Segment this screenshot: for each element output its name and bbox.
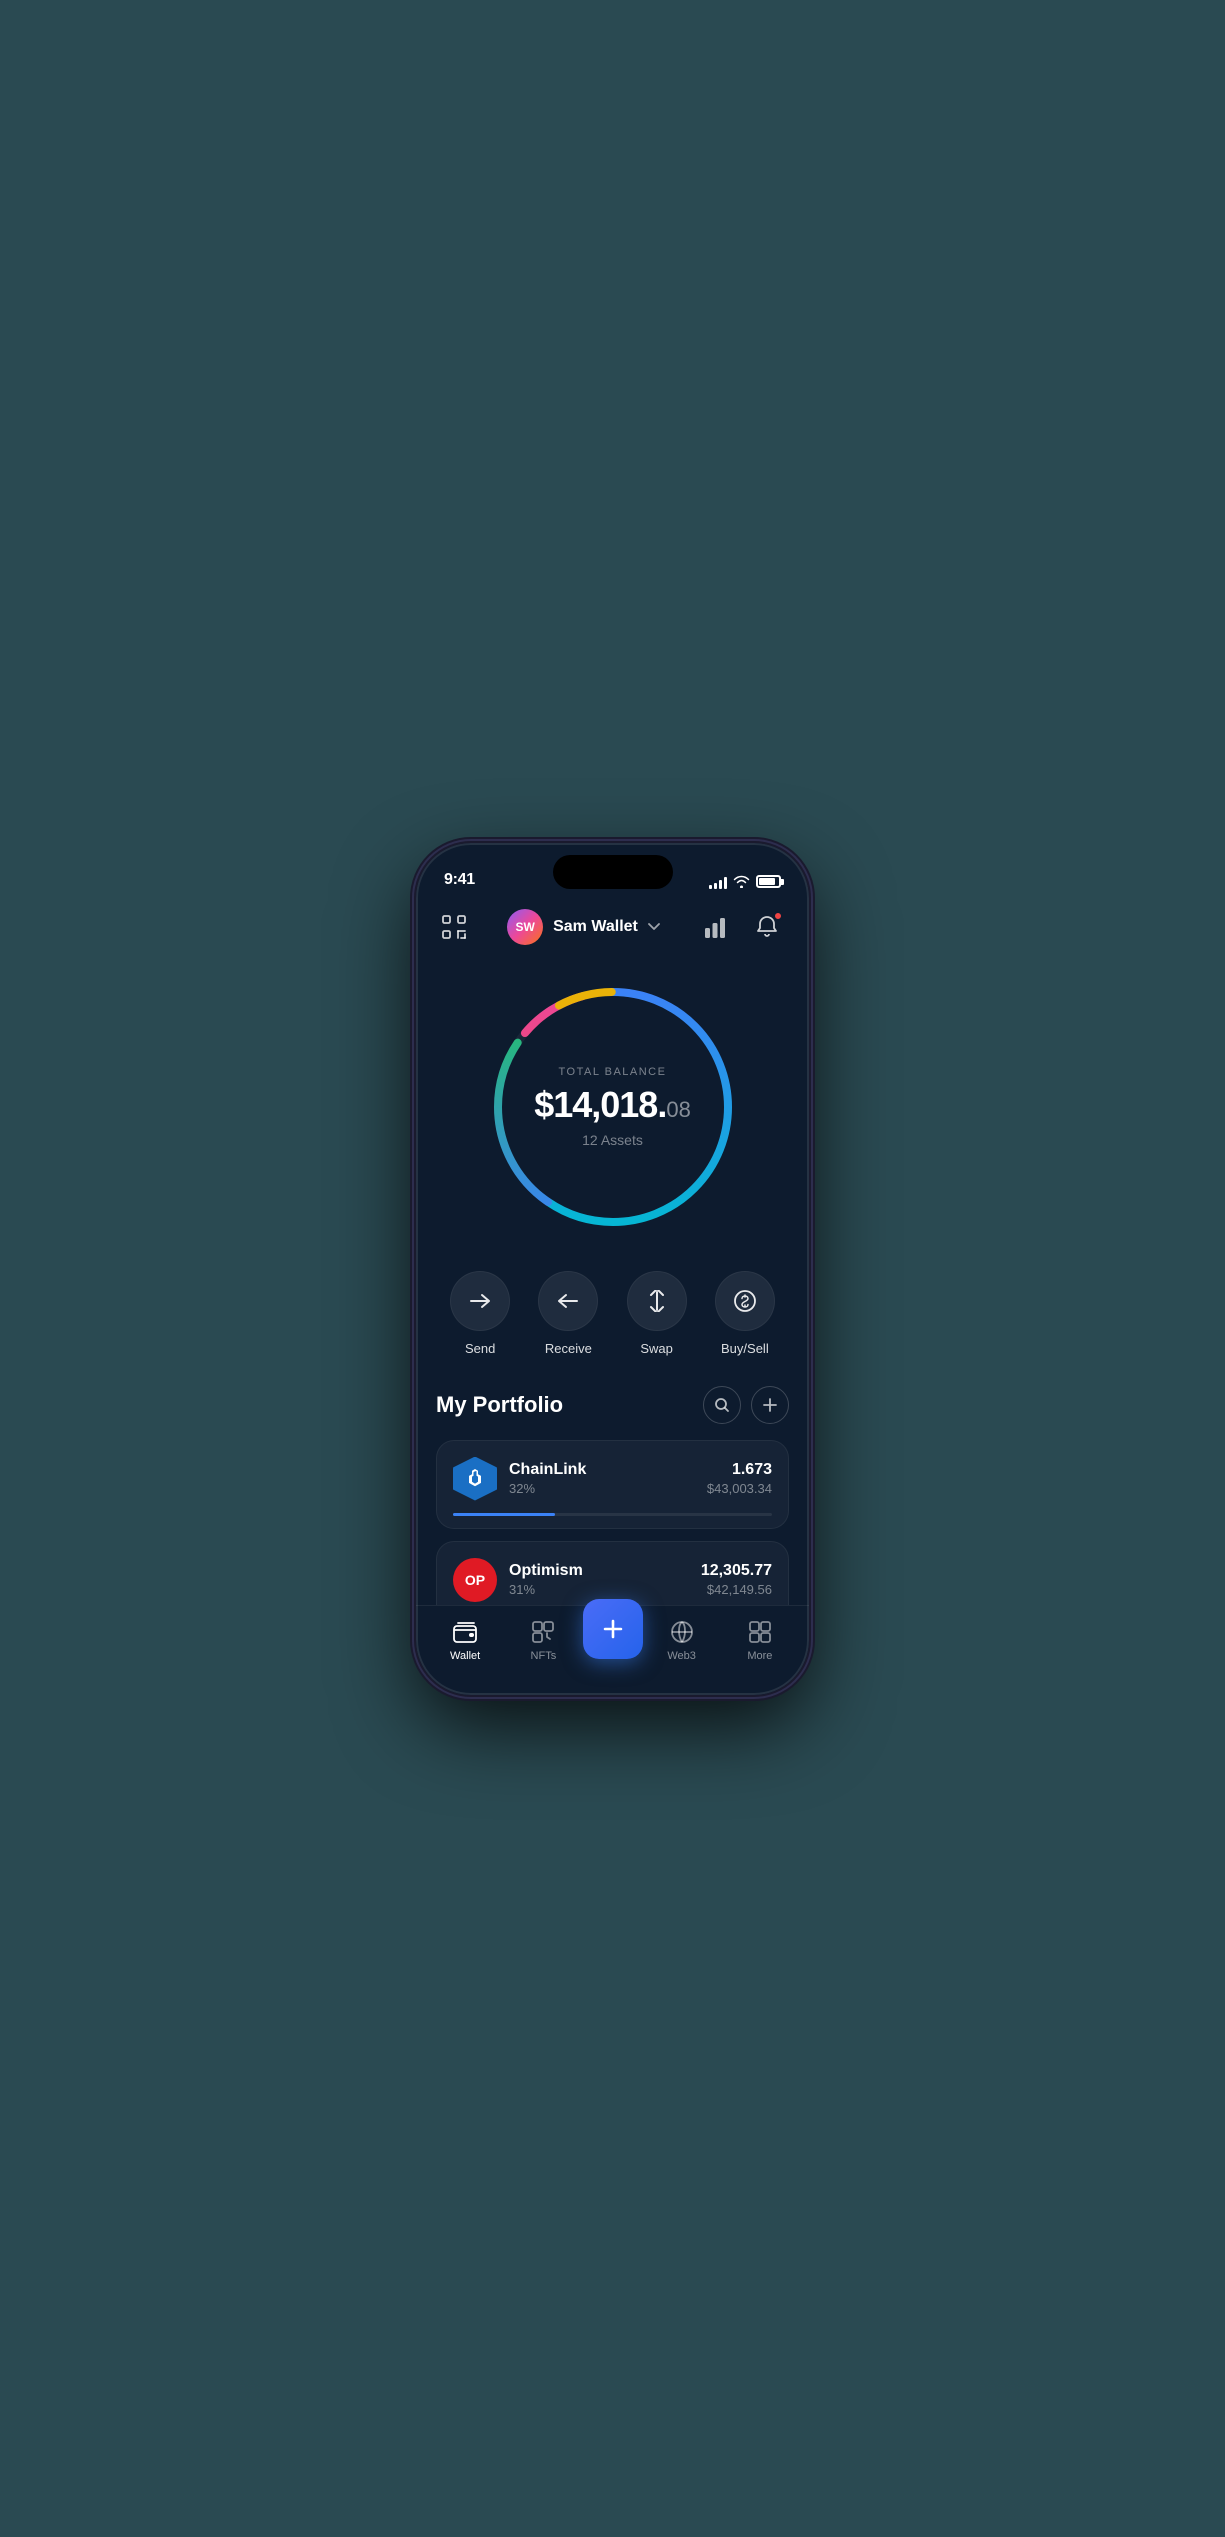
search-portfolio-button[interactable] [703,1386,741,1424]
status-icons [709,875,781,889]
more-nav-icon [746,1618,774,1646]
chainlink-progress-bar [453,1513,772,1516]
add-asset-button[interactable] [751,1386,789,1424]
wallet-name-label: Sam Wallet [553,918,638,936]
chainlink-value: $43,003.34 [707,1481,772,1496]
dynamic-island [553,855,673,889]
avatar: SW [507,909,543,945]
chainlink-name: ChainLink [509,1461,586,1479]
nav-wallet[interactable]: Wallet [426,1618,504,1662]
wifi-icon [733,875,750,888]
main-content: SW Sam Wallet [416,897,809,1695]
web3-nav-icon [668,1618,696,1646]
chainlink-icon [453,1457,497,1501]
portfolio-header: My Portfolio [436,1386,789,1424]
optimism-name: Optimism [509,1562,583,1580]
buysell-button[interactable]: Buy/Sell [715,1271,775,1356]
analytics-button[interactable] [699,909,735,945]
swap-label: Swap [640,1341,673,1356]
balance-section: TOTAL BALANCE $14,018. 08 12 Assets [416,957,809,1247]
notifications-button[interactable] [749,909,785,945]
optimism-percent: 31% [509,1582,583,1597]
chevron-down-icon [648,923,660,931]
optimism-amount: 12,305.77 [701,1562,772,1580]
swap-button[interactable]: Swap [627,1271,687,1356]
header: SW Sam Wallet [416,897,809,957]
nav-web3[interactable]: Web3 [643,1618,721,1662]
receive-label: Receive [545,1341,592,1356]
web3-nav-label: Web3 [667,1650,696,1662]
nfts-nav-label: NFTs [531,1650,557,1662]
wallet-nav-icon [451,1618,479,1646]
chainlink-progress-fill [453,1513,555,1516]
balance-info: TOTAL BALANCE $14,018. 08 12 Assets [534,1066,691,1148]
signal-icon [709,875,727,889]
portfolio-actions [703,1386,789,1424]
fab-button[interactable] [583,1599,643,1659]
wallet-selector[interactable]: SW Sam Wallet [507,909,660,945]
action-buttons: Send Receive Swap [416,1247,809,1366]
balance-cents: 08 [666,1097,690,1123]
balance-dollars: $14,018. [534,1084,666,1126]
portfolio-title: My Portfolio [436,1392,563,1418]
status-time: 9:41 [444,871,475,889]
nav-more[interactable]: More [721,1618,799,1662]
bottom-nav: Wallet NFTs [416,1605,809,1695]
nfts-nav-icon [529,1618,557,1646]
optimism-icon: OP [453,1558,497,1602]
send-button[interactable]: Send [450,1271,510,1356]
chainlink-amount: 1.673 [707,1461,772,1479]
assets-count: 12 Assets [534,1132,691,1148]
send-label: Send [465,1341,495,1356]
wallet-nav-label: Wallet [450,1650,480,1662]
notification-badge [773,911,783,921]
battery-icon [756,875,781,888]
more-nav-label: More [747,1650,772,1662]
optimism-value: $42,149.56 [701,1582,772,1597]
chainlink-asset-card[interactable]: ChainLink 32% 1.673 $43,003.34 [436,1440,789,1529]
total-balance-label: TOTAL BALANCE [534,1066,691,1078]
chainlink-percent: 32% [509,1481,586,1496]
scan-button[interactable] [440,913,468,941]
phone-frame: 9:41 [416,843,809,1695]
nav-nfts[interactable]: NFTs [504,1618,582,1662]
receive-button[interactable]: Receive [538,1271,598,1356]
buysell-label: Buy/Sell [721,1341,769,1356]
balance-circle: TOTAL BALANCE $14,018. 08 12 Assets [483,977,743,1237]
header-actions [699,909,785,945]
